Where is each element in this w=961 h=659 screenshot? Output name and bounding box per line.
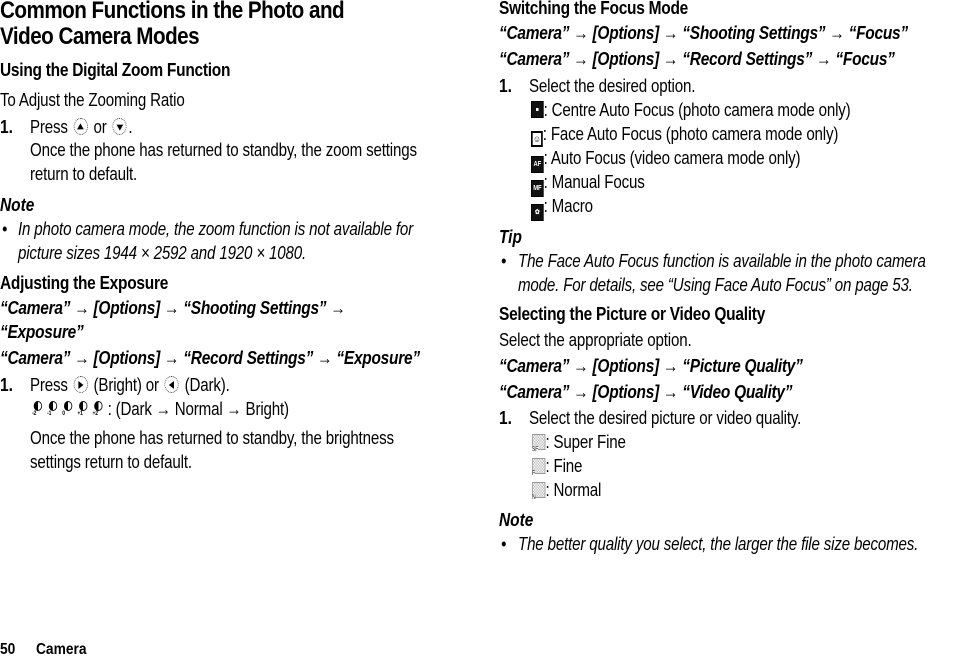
fine-icon: F <box>532 458 546 478</box>
zoom-step-number: 1. <box>0 117 13 137</box>
exposure-desc-line1: Once the phone has returned to standby, … <box>30 428 394 448</box>
exposure-plus1-icon: +1 <box>77 400 88 418</box>
tip-line1: The Face Auto Focus function is availabl… <box>518 251 926 271</box>
focus-step-number: 1. <box>499 76 512 96</box>
exposure-heading: Adjusting the Exposure <box>0 273 169 293</box>
footer-page-number: 50 <box>0 641 16 658</box>
zoom-desc-line1: Once the phone has returned to standby, … <box>30 140 417 160</box>
focus-heading: Switching the Focus Mode <box>499 0 689 18</box>
exposure-step-number: 1. <box>0 375 13 395</box>
super-fine-icon: SF <box>532 434 546 454</box>
up-key-icon <box>73 118 88 135</box>
focus-option-centre: : Centre Auto Focus (photo camera mode o… <box>531 100 911 121</box>
exposure-zero-icon: 0 <box>62 400 73 418</box>
footer-section: Camera <box>36 641 87 658</box>
focus-option-manual: MF: Manual Focus <box>531 172 666 197</box>
down-key-icon <box>112 118 127 135</box>
macro-icon: ✿ <box>531 204 544 221</box>
zoom-step: Press or . <box>30 117 133 137</box>
zoom-note-line1: In photo camera mode, the zoom function … <box>18 219 414 239</box>
page-title-line2: Video Camera Modes <box>0 23 200 50</box>
left-key-icon <box>164 376 179 393</box>
centre-af-icon <box>531 101 544 118</box>
quality-option-super-fine: SF: Super Fine <box>532 432 626 454</box>
focus-path1: “Camera” → [Options] → “Shooting Setting… <box>499 23 908 43</box>
exposure-plus2-icon: +2 <box>92 400 103 418</box>
focus-option-macro: ✿: Macro <box>531 196 605 221</box>
face-af-icon: ☺ <box>531 131 543 147</box>
tip-heading: Tip <box>499 227 522 247</box>
tip-line2: mode. For details, see “Using Face Auto … <box>518 275 913 295</box>
exposure-path1-line2: “Exposure” <box>0 322 84 342</box>
focus-option-face: ☺: Face Auto Focus (photo camera mode on… <box>531 124 897 147</box>
manual-focus-icon: MF <box>531 180 544 197</box>
exposure-levels: -2 -1 0 +1 +2: (Dark → Normal → Bright) <box>32 399 289 419</box>
exposure-path2: “Camera” → [Options] → “Record Settings”… <box>0 348 420 368</box>
quality-option-fine: F: Fine <box>532 456 583 478</box>
quality-path1: “Camera” → [Options] → “Picture Quality” <box>499 356 803 376</box>
exposure-minus1-icon: -1 <box>47 400 58 418</box>
quality-note-heading: Note <box>499 510 534 530</box>
zoom-note-line2: picture sizes 1944 × 2592 and 1920 × 108… <box>18 243 307 263</box>
quality-intro: Select the appropriate option. <box>499 330 692 350</box>
zoom-desc-line2: return to default. <box>30 164 138 184</box>
focus-path2: “Camera” → [Options] → “Record Settings”… <box>499 49 895 69</box>
exposure-path1-line1: “Camera” → [Options] → “Shooting Setting… <box>0 298 346 318</box>
zoom-heading: Using the Digital Zoom Function <box>0 60 231 80</box>
focus-option-auto: AF: Auto Focus (video camera mode only) <box>531 148 852 173</box>
quality-note-line1: The better quality you select, the large… <box>518 534 919 554</box>
quality-step: Select the desired picture or video qual… <box>529 408 802 428</box>
exposure-step: Press (Bright) or (Dark). <box>30 375 230 395</box>
quality-path2: “Camera” → [Options] → “Video Quality” <box>499 382 793 402</box>
zoom-note-bullet: • <box>2 219 8 239</box>
page-title: Common Functions in the Photo and <box>0 0 345 24</box>
tip-bullet: • <box>501 251 507 271</box>
zoom-subheading: To Adjust the Zooming Ratio <box>0 90 185 110</box>
exposure-desc-line2: settings return to default. <box>30 452 192 472</box>
normal-icon: N <box>532 482 546 502</box>
right-key-icon <box>73 376 88 393</box>
quality-option-normal: N: Normal <box>532 480 602 502</box>
focus-step: Select the desired option. <box>529 76 696 96</box>
quality-heading: Selecting the Picture or Video Quality <box>499 304 766 324</box>
quality-note-bullet: • <box>501 534 507 554</box>
zoom-note-heading: Note <box>0 195 35 215</box>
quality-step-number: 1. <box>499 408 512 428</box>
exposure-minus2-icon: -2 <box>32 400 43 418</box>
auto-focus-icon: AF <box>531 156 544 173</box>
